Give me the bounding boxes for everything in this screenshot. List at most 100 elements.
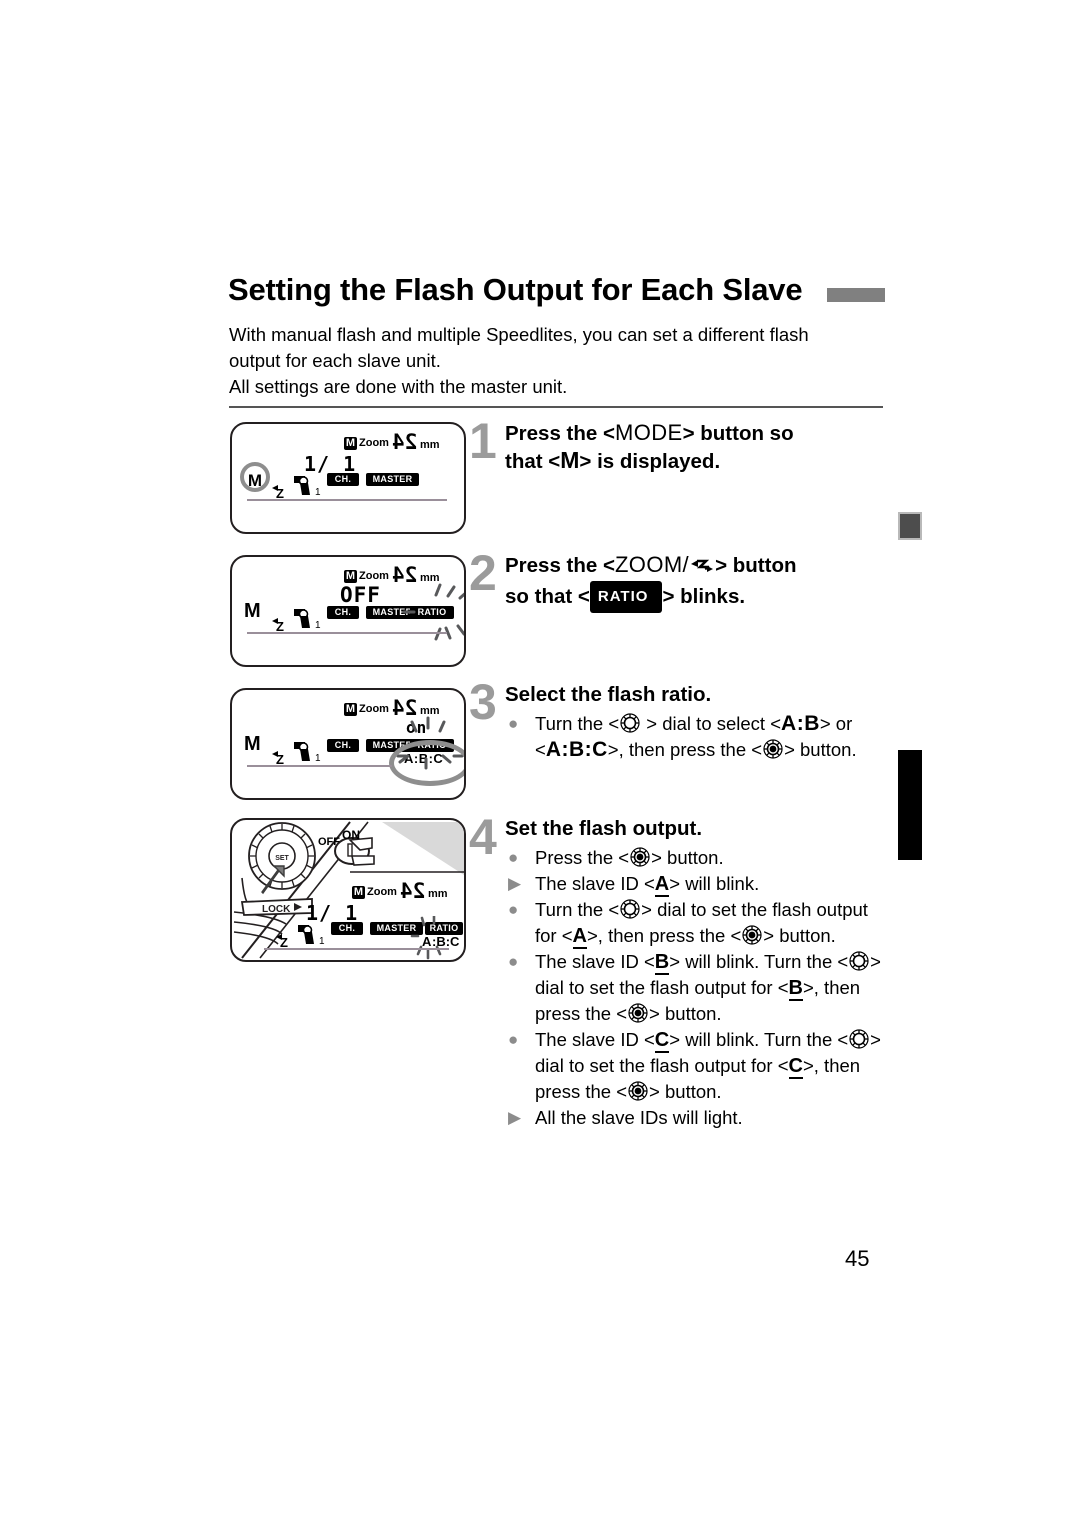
bullet-item: ▶ All the slave IDs will light. (505, 1105, 890, 1131)
bullet-item: ● The slave ID <C> will blink. Turn the … (508, 1028, 881, 1102)
set-button-icon (629, 846, 651, 868)
lcd-flash-arrow-icon: Z (272, 618, 284, 633)
lcd-panel-step-1: M M Zoom 24 mm 1/ 1 Z 1 CH. MASTER (230, 422, 466, 534)
set-button-icon (627, 1002, 649, 1024)
lcd-scale-underline (264, 948, 449, 950)
step-1-heading2-pre: that < (505, 450, 561, 473)
bullet-dot-icon: ● (508, 714, 519, 733)
set-button-icon (627, 1080, 649, 1102)
lcd-zoom-unit: mm (420, 439, 440, 451)
bullet-dot-icon: ● (508, 848, 519, 867)
lcd-channel-number: 1 (315, 753, 321, 764)
bullet-item: ▶ The slave ID <A> will blink. (508, 873, 760, 897)
step-3-body: ● Turn the < > dial to select <A:B> or <… (505, 711, 895, 763)
bullet-triangle-icon: ▶ (508, 874, 522, 893)
lcd-flash-arrow-icon: Z (276, 934, 288, 949)
lock-label-text: LOCK (262, 904, 291, 915)
bullet-dot-icon: ● (508, 1030, 519, 1049)
lcd-master-badge: MASTER (366, 473, 419, 486)
ratio-ab-token: A:B (781, 712, 820, 735)
lcd-channel-badge: CH. (327, 606, 359, 619)
step-2-number: 2 (469, 545, 497, 601)
lcd-flash-arrow-icon: Z (272, 485, 284, 500)
title-accent-bar (827, 288, 885, 302)
power-switch-off-label: OFF (318, 836, 340, 848)
step-2-heading2-post: > blinks. (662, 585, 746, 608)
lcd-zoom-label: Zoom (367, 886, 397, 898)
lcd-zoom-m-box: M (344, 570, 357, 583)
bullet-item: ● The slave ID <B> will blink. Turn the … (508, 950, 881, 1024)
lcd-mode-m: M (244, 600, 261, 622)
lcd-zoom-value: 24 (392, 430, 418, 454)
slave-id-c: C (788, 1055, 803, 1079)
set-button-icon (762, 738, 784, 760)
lcd-flash-head-icon (294, 742, 310, 761)
lcd-abc-highlight-ring (389, 740, 464, 786)
intro-line-1: With manual flash and multiple Speedlite… (229, 324, 809, 345)
intro-line-3: All settings are done with the master un… (229, 376, 568, 397)
lcd-scale-underline (247, 765, 392, 767)
select-dial-icon (619, 898, 641, 920)
svg-text:Z: Z (280, 935, 288, 949)
ratio-badge-inline: RATIO (589, 581, 663, 613)
select-dial-icon (848, 1028, 870, 1050)
blink-rays-ratio-icon (402, 583, 464, 641)
step-2-zoom-token: ZOOM/ (614, 552, 690, 577)
select-dial-icon (619, 712, 641, 734)
step-2-heading-post: > button (715, 554, 797, 577)
step-1-heading2-post: > is displayed. (579, 450, 721, 473)
lcd-zoom-m-box: M (344, 437, 357, 450)
step-2-heading: Press the <ZOOM/ > button so that < RATIO >… (505, 551, 797, 613)
lcd-channel-number: 1 (315, 620, 321, 631)
illustration-panel-step-4: SET LOCK OFF ON M Zoom 24 mm 1/ 1 Z 1 CH… (230, 818, 466, 962)
step-4-heading: Set the flash output. (505, 817, 703, 840)
lcd-zoom-label: Zoom (359, 570, 389, 582)
bullet-item: ● Turn the < > dial to set the flash outp… (508, 898, 868, 949)
step-3-number: 3 (469, 674, 497, 730)
slave-id-a: A (572, 925, 587, 949)
lcd-flash-arrow-icon: Z (272, 751, 284, 766)
flash-exposure-comp-icon (689, 558, 715, 576)
margin-thumb-index-bar (898, 750, 922, 860)
lcd-zoom-label: Zoom (359, 703, 389, 715)
slave-id-b: B (654, 951, 670, 975)
step-1-number: 1 (469, 413, 497, 469)
lcd-channel-number: 1 (319, 936, 325, 947)
step-1-heading-pre: Press the < (505, 422, 615, 445)
svg-text:Z: Z (276, 752, 284, 766)
lcd-mode-m: M (244, 733, 261, 755)
page-number: 45 (845, 1246, 870, 1271)
bullet-triangle-icon: ▶ (508, 1108, 522, 1127)
svg-text:Z: Z (276, 486, 284, 500)
lcd-panel-step-3: M M Zoom 24 mm on Z 1 CH. MASTER RATIO A… (230, 688, 466, 800)
step-1-m-token: M (560, 447, 580, 473)
step-1-heading-post: > button so (682, 422, 794, 445)
step-2-heading2-pre: so that < (505, 585, 590, 608)
step-1-mode-token: MODE (614, 420, 683, 445)
intro-paragraph: With manual flash and multiple Speedlite… (229, 322, 889, 400)
bullet-item: ● Press the < > button. (505, 845, 890, 871)
lcd-zoom-value: 24 (400, 879, 426, 903)
slave-id-a: A (654, 873, 670, 897)
step-4-number: 4 (469, 809, 497, 865)
svg-text:Z: Z (276, 619, 284, 633)
ratio-abc-token: A:B:C (545, 738, 608, 761)
lcd-panel-step-2: M M Zoom 24 mm OFF Z 1 CH. MASTER RATIO (230, 555, 466, 667)
lcd-flash-head-icon (294, 609, 310, 628)
margin-marker-square (898, 512, 922, 540)
lcd-zoom-label: Zoom (359, 437, 389, 449)
bullet-dot-icon: ● (508, 952, 519, 971)
select-dial-icon (848, 950, 870, 972)
lcd-flash-head-icon (298, 925, 314, 944)
blink-rays-slave-a-icon (410, 916, 442, 960)
slave-id-b: B (788, 977, 803, 1001)
step-1-heading: Press the <MODE> button so that <M> is d… (505, 419, 794, 475)
bullet-item: ● Turn the < > dial to select <A:B> or <… (508, 712, 857, 761)
power-switch-on-label: ON (342, 828, 360, 842)
lcd-scale-underline (247, 499, 447, 501)
svg-text:SET: SET (275, 855, 289, 862)
lcd-zoom-unit: mm (428, 888, 448, 900)
step-4-body: ● Press the < > button. ▶ The slave ID <A… (505, 845, 890, 1131)
lcd-flash-output-value: OFF (340, 583, 381, 607)
step-3-heading: Select the flash ratio. (505, 683, 712, 706)
